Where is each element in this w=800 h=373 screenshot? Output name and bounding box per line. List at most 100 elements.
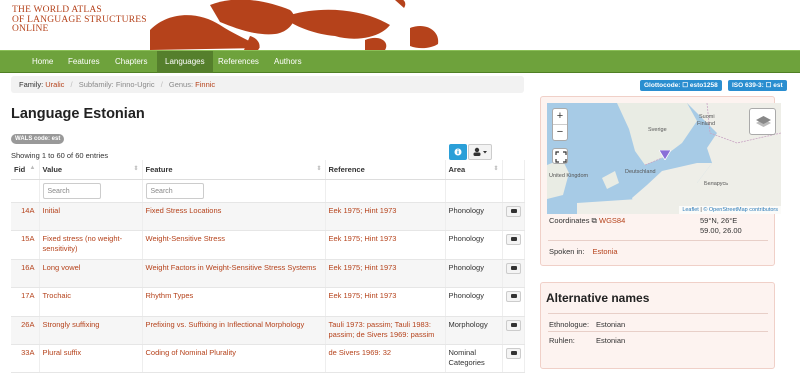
map-label-belarus: Беларусь — [704, 181, 729, 187]
layers-icon — [756, 116, 771, 127]
value-cell[interactable]: Initial — [39, 202, 143, 231]
feature-cell[interactable]: Fixed Stress Locations — [142, 202, 326, 231]
comment-cell — [502, 287, 525, 317]
feature-header-label: Feature — [145, 164, 173, 174]
nav-authors[interactable]: Authors — [266, 51, 310, 73]
genus-link[interactable]: Finnic — [195, 80, 215, 89]
value-cell[interactable]: Trochaic — [39, 287, 143, 317]
zoom-out-button[interactable]: − — [553, 125, 567, 141]
family-link[interactable]: Uralic — [45, 80, 64, 89]
site-header: THE WORLD ATLAS OF LANGUAGE STRUCTURES O… — [0, 0, 800, 50]
reference-cell[interactable]: Eek 1975; Hint 1973 — [325, 202, 446, 231]
value-search-input[interactable]: Search — [42, 182, 101, 199]
area-cell: Phonology — [445, 287, 503, 317]
info-icon — [454, 148, 462, 156]
column-header-value[interactable]: Value ⇕ — [39, 160, 143, 180]
nav-references[interactable]: References — [210, 51, 267, 73]
filter-cell — [11, 179, 40, 203]
entries-info: Showing 1 to 60 of 60 entries — [11, 151, 109, 160]
spoken-in-label: Spoken in: — [549, 247, 585, 256]
value-cell[interactable]: Long vowel — [39, 259, 143, 288]
zoom-in-button[interactable]: + — [553, 109, 567, 125]
info-button[interactable] — [449, 144, 467, 160]
value-cell[interactable]: Strongly suffixing — [39, 316, 143, 345]
feature-cell[interactable]: Coding of Nominal Plurality — [142, 344, 326, 373]
glottocode-badge[interactable]: Glottocode: ☐ esto1258 — [640, 80, 722, 91]
wgs84-link[interactable]: WGS84 — [599, 216, 625, 225]
fid-cell[interactable]: 15A — [11, 230, 40, 260]
download-menu-button[interactable] — [468, 144, 492, 160]
sort-icon: ⇕ — [316, 166, 322, 172]
alt-name-source: Ruhlen: — [549, 336, 575, 345]
reference-cell[interactable]: Tauli 1973: passim; Tauli 1983: passim; … — [325, 316, 446, 345]
location-map[interactable]: Suomi Finland Sverige United Kingdom Deu… — [547, 103, 781, 214]
nav-home[interactable]: Home — [24, 51, 61, 73]
value-cell[interactable]: Fixed stress (no weight-sensitivity) — [39, 230, 143, 260]
layers-button[interactable] — [749, 108, 776, 135]
sort-icon: ▲ — [29, 165, 36, 171]
alternative-names-title: Alternative names — [546, 291, 650, 305]
area-cell: Phonology — [445, 259, 503, 288]
fid-cell[interactable]: 33A — [11, 344, 40, 373]
logo-line-3: ONLINE — [12, 24, 49, 34]
subfamily-label: Subfamily: — [78, 80, 114, 89]
leaflet-link[interactable]: Leaflet — [682, 207, 699, 213]
reference-cell[interactable]: Eek 1975; Hint 1973 — [325, 230, 446, 260]
map-label-deutschland: Deutschland — [625, 169, 656, 175]
comment-cell — [502, 344, 525, 373]
map-attribution: Leaflet | © OpenStreetMap contributors — [679, 206, 781, 214]
table-row: 15A Fixed stress (no weight-sensitivity)… — [11, 230, 525, 260]
fid-cell[interactable]: 17A — [11, 287, 40, 317]
language-marker-icon[interactable] — [659, 150, 671, 160]
alt-name-source: Ethnologue: — [549, 320, 590, 329]
column-header-fid[interactable]: Fid ▲ — [11, 160, 40, 180]
alt-name-value: Estonian — [596, 320, 626, 329]
comment-icon[interactable] — [505, 319, 521, 331]
reference-cell[interactable]: de Sivers 1969: 32 — [325, 344, 446, 373]
column-header-area[interactable]: Area ⇕ — [445, 160, 503, 180]
value-header-label: Value — [42, 164, 63, 174]
nav-chapters[interactable]: Chapters — [107, 51, 155, 73]
value-cell[interactable]: Plural suffix — [39, 344, 143, 373]
table-row: 17A Trochaic Rhythm Types Eek 1975; Hint… — [11, 287, 525, 317]
fid-cell[interactable]: 16A — [11, 259, 40, 288]
breadcrumb-separator: / — [70, 80, 73, 89]
divider — [548, 240, 768, 241]
feature-cell[interactable]: Prefixing vs. Suffixing in Inflectional … — [142, 316, 326, 345]
iso-badge[interactable]: ISO 639-3: ☐ est — [728, 80, 787, 91]
table-row: 16A Long vowel Weight Factors in Weight-… — [11, 259, 525, 288]
reference-cell[interactable]: Eek 1975; Hint 1973 — [325, 287, 446, 317]
reference-cell[interactable]: Eek 1975; Hint 1973 — [325, 259, 446, 288]
fullscreen-button[interactable] — [552, 148, 568, 164]
world-map-banner — [150, 0, 439, 50]
fid-cell[interactable]: 14A — [11, 202, 40, 231]
comment-cell — [502, 202, 525, 231]
separator: | — [700, 207, 702, 213]
divider — [548, 331, 768, 332]
comment-icon[interactable] — [505, 233, 521, 245]
osm-link[interactable]: © OpenStreetMap contributors — [703, 207, 778, 213]
nav-languages[interactable]: Languages — [157, 51, 213, 73]
fid-cell[interactable]: 26A — [11, 316, 40, 345]
column-header-reference[interactable]: Reference — [325, 160, 446, 180]
feature-cell[interactable]: Weight-Sensitive Stress — [142, 230, 326, 260]
main-nav: Home Features Chapters Languages Referen… — [0, 50, 800, 73]
breadcrumb-separator: / — [160, 80, 163, 89]
nav-features[interactable]: Features — [60, 51, 108, 73]
coordinates-value: 59°N, 26°E 59.00, 26.00 — [700, 216, 742, 236]
table-row: 14A Initial Fixed Stress Locations Eek 1… — [11, 202, 525, 231]
site-logo[interactable]: THE WORLD ATLAS OF LANGUAGE STRUCTURES O… — [12, 5, 147, 35]
comment-icon[interactable] — [505, 262, 521, 274]
column-header-feature[interactable]: Feature ⇕ — [142, 160, 326, 180]
spoken-in-link[interactable]: Estonia — [593, 247, 618, 256]
comment-icon[interactable] — [505, 290, 521, 302]
comment-icon[interactable] — [505, 205, 521, 217]
sort-icon: ⇕ — [493, 166, 499, 172]
comment-icon[interactable] — [505, 347, 521, 359]
alt-name-value: Estonian — [596, 336, 626, 345]
family-label: Family: — [19, 80, 44, 89]
feature-search-input[interactable]: Search — [145, 182, 204, 199]
feature-cell[interactable]: Rhythm Types — [142, 287, 326, 317]
map-label-sverige: Sverige — [648, 127, 667, 133]
feature-cell[interactable]: Weight Factors in Weight-Sensitive Stres… — [142, 259, 326, 288]
